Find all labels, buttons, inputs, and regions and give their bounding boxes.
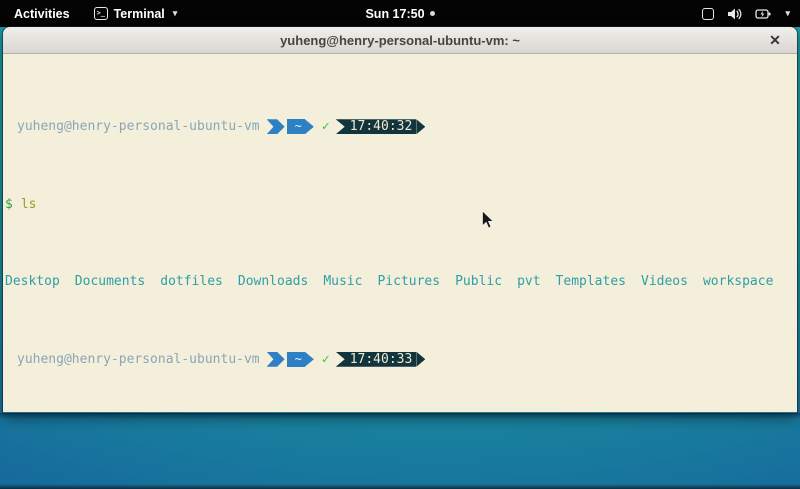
powerline-chevron-icon	[267, 119, 285, 134]
close-icon[interactable]: ✕	[766, 31, 784, 49]
prompt-timestamp: 17:40:33	[336, 352, 417, 367]
prompt-user: yuheng@henry-personal-ubuntu-vm	[17, 352, 260, 368]
powerline-arrow-icon	[305, 119, 314, 134]
powerline-arrow-icon	[305, 352, 314, 367]
powerline-arrow-icon	[416, 119, 425, 134]
clock-label[interactable]: Sun 17:50	[365, 7, 424, 21]
directory-name: Videos	[641, 274, 688, 290]
command-text: ls	[21, 197, 37, 213]
directory-name: workspace	[703, 274, 773, 290]
prompt-symbol: $	[5, 197, 13, 213]
directory-name: Pictures	[377, 274, 440, 290]
battery-icon	[755, 7, 772, 21]
activities-label: Activities	[14, 7, 70, 21]
status-check-icon: ✓	[322, 352, 330, 368]
powerline-arrow-icon	[416, 352, 425, 367]
top-bar: Activities >_ Terminal ▾ Sun 17:50 ▾	[0, 0, 800, 27]
prompt-line-1: yuheng@henry-personal-ubuntu-vm ~ ✓ 17:4…	[5, 119, 795, 135]
directory-name: Downloads	[238, 274, 308, 290]
terminal-icon: >_	[94, 7, 108, 20]
notification-dot-icon	[430, 11, 435, 16]
mouse-cursor-icon	[481, 210, 495, 230]
window-title: yuheng@henry-personal-ubuntu-vm: ~	[280, 33, 520, 48]
powerline-path-segment: ~	[260, 119, 314, 134]
directory-name: Public	[455, 274, 502, 290]
prompt-line-2: yuheng@henry-personal-ubuntu-vm ~ ✓ 17:4…	[5, 352, 795, 368]
chevron-down-icon: ▾	[173, 8, 178, 19]
status-check-icon: ✓	[322, 119, 330, 135]
powerline-chevron-icon	[267, 352, 285, 367]
ls-output-line: Desktop Documents dotfiles Downloads Mus…	[5, 274, 795, 290]
directory-name: Desktop	[5, 274, 60, 290]
screen-icon	[702, 8, 714, 20]
prompt-timestamp: 17:40:32	[336, 119, 417, 134]
prompt-user: yuheng@henry-personal-ubuntu-vm	[17, 119, 260, 135]
window-drop-shadow	[0, 413, 800, 419]
window-titlebar[interactable]: yuheng@henry-personal-ubuntu-vm: ~ ✕	[3, 27, 797, 54]
app-menu-terminal[interactable]: >_ Terminal ▾	[84, 0, 188, 27]
directory-name: dotfiles	[160, 274, 223, 290]
desktop-bottom-shade	[0, 484, 800, 489]
terminal-window: yuheng@henry-personal-ubuntu-vm: ~ ✕ yuh…	[3, 27, 797, 413]
chevron-down-icon: ▾	[785, 8, 790, 19]
prompt-path: ~	[287, 119, 305, 134]
system-status-area[interactable]: ▾	[702, 0, 794, 27]
activities-button[interactable]: Activities	[0, 0, 84, 27]
directory-name: pvt	[517, 274, 540, 290]
powerline-time-segment: 17:40:33	[336, 352, 426, 367]
prompt-path: ~	[287, 352, 305, 367]
directory-name: Music	[323, 274, 362, 290]
volume-icon	[727, 7, 742, 21]
app-menu-label: Terminal	[114, 7, 165, 21]
terminal-content[interactable]: yuheng@henry-personal-ubuntu-vm ~ ✓ 17:4…	[3, 54, 797, 412]
directory-name: Templates	[556, 274, 626, 290]
powerline-time-segment: 17:40:32	[336, 119, 426, 134]
command-line: $ ls	[5, 197, 795, 213]
powerline-path-segment: ~	[260, 352, 314, 367]
directory-name: Documents	[75, 274, 145, 290]
